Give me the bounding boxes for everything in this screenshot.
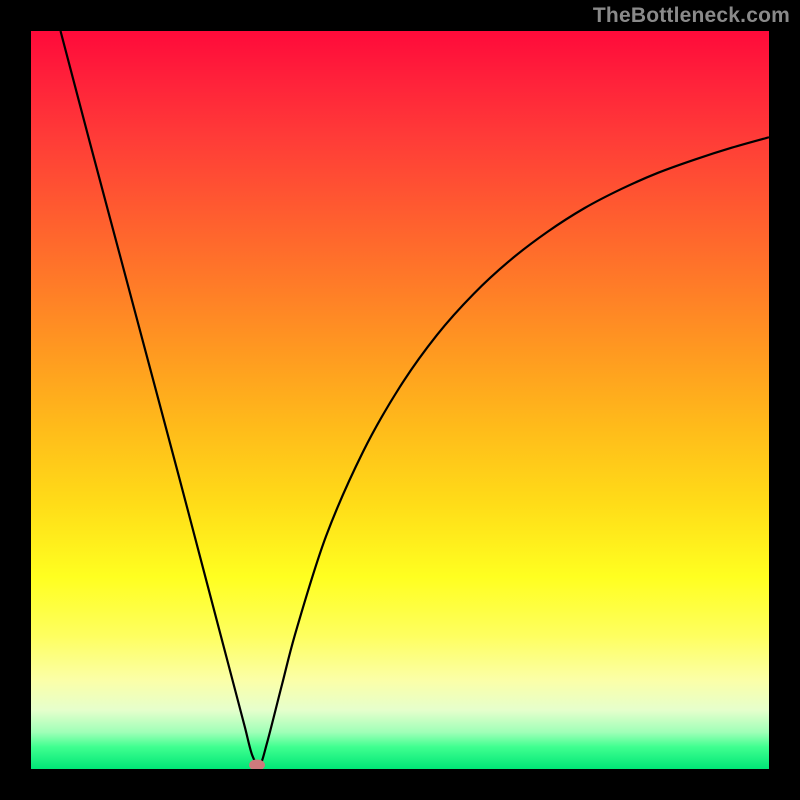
plot-area (31, 31, 769, 769)
watermark-text: TheBottleneck.com (593, 4, 790, 28)
chart-frame: TheBottleneck.com (0, 0, 800, 800)
bottleneck-curve (31, 31, 769, 769)
min-marker (249, 760, 265, 769)
